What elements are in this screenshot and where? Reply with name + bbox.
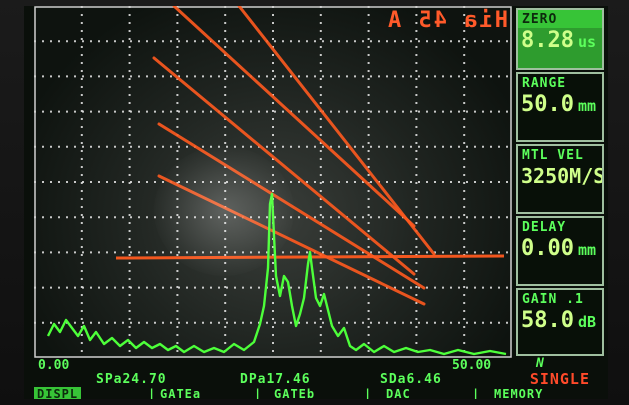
delay-label: DELAY xyxy=(522,220,567,235)
zero-value-row: 8.28 us xyxy=(518,28,602,53)
surface-distance-readout: SDa6.46 xyxy=(380,372,442,387)
dac-curve xyxy=(157,174,426,306)
range-panel[interactable]: RANGE 50.0 mm xyxy=(516,72,604,142)
gain-value-row: 58.0 dB xyxy=(518,308,602,333)
a-scan-plot: Hia 45 A xyxy=(34,6,512,358)
function-menu: DISPL | GATEa | GATEb | DAC | MEMORY xyxy=(24,387,608,399)
delay-value: 0.00 xyxy=(521,236,574,261)
menu-separator: | xyxy=(254,387,262,399)
material-velocity-panel[interactable]: MTL VEL 3250M/S xyxy=(516,144,604,214)
top-readout: Hia 45 A xyxy=(386,8,508,33)
axis-start-label: 0.00 xyxy=(38,358,70,373)
zero-panel[interactable]: ZERO 8.28 us xyxy=(516,8,604,70)
signal-marker-icon: N xyxy=(536,356,544,371)
dac-curve xyxy=(172,6,416,228)
mode-indicator[interactable]: SINGLE xyxy=(530,370,590,388)
menu-separator: | xyxy=(364,387,372,399)
dac-curve xyxy=(152,56,416,276)
menu-separator: | xyxy=(472,387,480,399)
material-velocity-value-row: 3250M/S xyxy=(518,164,602,188)
depth-readout: DPa17.46 xyxy=(240,372,311,387)
echo-trace xyxy=(46,192,507,356)
dac-curve xyxy=(237,6,436,256)
zero-unit: us xyxy=(577,33,597,51)
gain-unit: dB xyxy=(577,313,597,331)
flaw-detector-screen: Hia 45 A ZERO 8.28 us RANGE 50.0 mm MTL VE… xyxy=(24,6,608,399)
range-label: RANGE xyxy=(522,76,567,91)
gain-value: 58.0 xyxy=(521,308,574,333)
menu-separator: | xyxy=(148,387,156,399)
menu-item-memory[interactable]: MEMORY xyxy=(494,387,543,399)
range-value-row: 50.0 mm xyxy=(518,92,602,117)
zero-value: 8.28 xyxy=(521,28,574,53)
gain-label: GAIN .1 xyxy=(522,292,584,307)
range-unit: mm xyxy=(577,97,597,115)
dac-curve xyxy=(157,122,426,290)
range-value: 50.0 xyxy=(521,92,574,117)
a-scan-svg xyxy=(34,6,512,358)
material-velocity-value: 3250M/S xyxy=(521,164,602,188)
material-velocity-label: MTL VEL xyxy=(522,148,584,163)
menu-item-gate-b[interactable]: GATEb xyxy=(274,387,315,399)
delay-panel[interactable]: DELAY 0.00 mm xyxy=(516,216,604,286)
menu-item-dac[interactable]: DAC xyxy=(386,387,411,399)
axis-end-label: 50.00 xyxy=(452,358,492,373)
menu-item-displ[interactable]: DISPL xyxy=(34,387,82,399)
sound-path-readout: SPa24.70 xyxy=(96,372,167,387)
gain-panel[interactable]: GAIN .1 58.0 dB xyxy=(516,288,604,356)
measurement-status-row: SPa24.70 DPa17.46 SDa6.46 xyxy=(24,372,608,387)
menu-item-gate-a[interactable]: GATEa xyxy=(160,387,201,399)
delay-value-row: 0.00 mm xyxy=(518,236,602,261)
zero-label: ZERO xyxy=(518,10,602,28)
delay-unit: mm xyxy=(577,241,597,259)
